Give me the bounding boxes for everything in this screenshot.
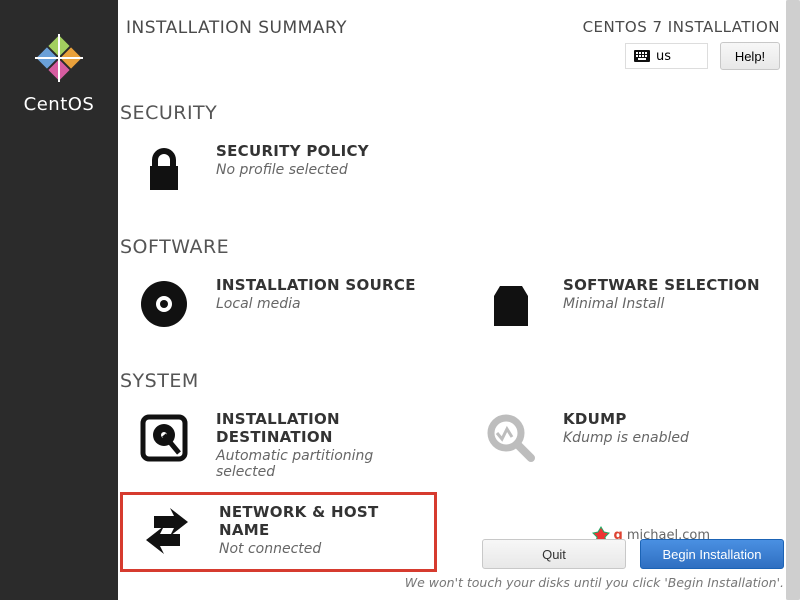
keyboard-icon xyxy=(634,50,650,62)
keyboard-layout-selector[interactable]: us xyxy=(625,43,708,69)
begin-installation-button[interactable]: Begin Installation xyxy=(640,539,784,569)
spoke-title: SECURITY POLICY xyxy=(216,142,369,160)
spoke-installation-destination[interactable]: INSTALLATION DESTINATION Automatic parti… xyxy=(120,402,437,490)
magnifier-icon xyxy=(483,410,539,466)
section-heading-security: SECURITY xyxy=(120,102,784,124)
scrollbar[interactable] xyxy=(786,0,800,600)
main-panel: INSTALLATION SUMMARY CENTOS 7 INSTALLATI… xyxy=(118,0,800,600)
footer: Quit Begin Installation We won't touch y… xyxy=(118,531,800,600)
spoke-status: Automatic partitioning selected xyxy=(216,448,429,480)
spoke-status: Minimal Install xyxy=(563,296,760,312)
package-icon xyxy=(483,276,539,332)
spoke-title: INSTALLATION DESTINATION xyxy=(216,410,429,446)
spoke-title: SOFTWARE SELECTION xyxy=(563,276,760,294)
disc-icon xyxy=(136,276,192,332)
footer-hint: We won't touch your disks until you clic… xyxy=(118,575,784,590)
sidebar: CentOS xyxy=(0,0,118,600)
spoke-status: No profile selected xyxy=(216,162,369,178)
spoke-status: Local media xyxy=(216,296,416,312)
installer-name: CENTOS 7 INSTALLATION xyxy=(583,18,780,36)
brand-text: CentOS xyxy=(24,94,95,115)
spoke-software-selection[interactable]: SOFTWARE SELECTION Minimal Install xyxy=(467,268,784,342)
section-heading-software: SOFTWARE xyxy=(120,236,784,258)
help-button[interactable]: Help! xyxy=(720,42,780,70)
section-heading-system: SYSTEM xyxy=(120,370,784,392)
keyboard-layout-label: us xyxy=(656,49,671,64)
content: SECURITY SECURITY POLICY No profile sele… xyxy=(118,76,800,572)
harddisk-icon xyxy=(136,410,192,466)
lock-icon xyxy=(136,142,192,198)
spoke-title: INSTALLATION SOURCE xyxy=(216,276,416,294)
centos-logo-icon xyxy=(31,30,87,90)
spoke-security-policy[interactable]: SECURITY POLICY No profile selected xyxy=(120,134,437,208)
topbar: INSTALLATION SUMMARY CENTOS 7 INSTALLATI… xyxy=(118,0,800,76)
spoke-title: KDUMP xyxy=(563,410,689,428)
spoke-status: Kdump is enabled xyxy=(563,430,689,446)
page-title: INSTALLATION SUMMARY xyxy=(126,18,347,70)
quit-button[interactable]: Quit xyxy=(482,539,626,569)
spoke-installation-source[interactable]: INSTALLATION SOURCE Local media xyxy=(120,268,437,342)
spoke-kdump[interactable]: KDUMP Kdump is enabled xyxy=(467,402,784,490)
